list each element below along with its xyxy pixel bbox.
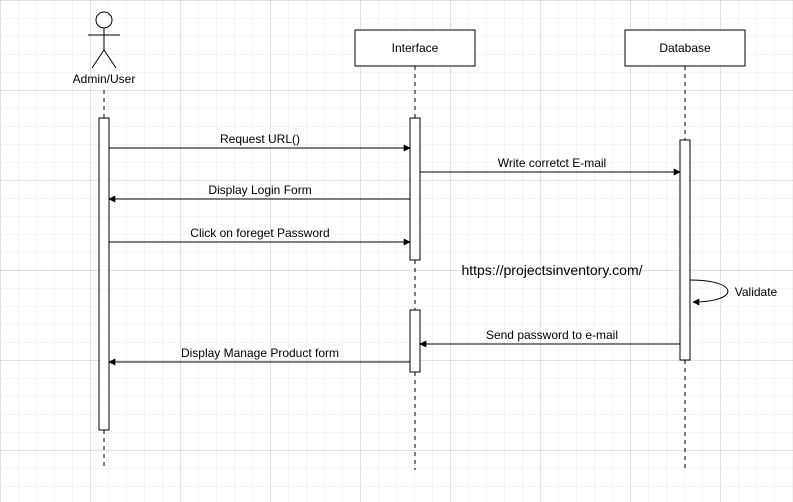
database-activation [680, 140, 690, 360]
interface-activation-1 [410, 118, 420, 260]
msg-write-email-label: Write corretct E-mail [498, 156, 606, 170]
interface-activation-2 [410, 310, 420, 372]
msg-display-manage-label: Display Manage Product form [181, 346, 339, 360]
msg-display-login-label: Display Login Form [208, 183, 311, 197]
node-database-label: Database [659, 41, 711, 55]
msg-validate: Validate [690, 280, 778, 302]
watermark-text: https://projectsinventory.com/ [461, 262, 642, 278]
actor-admin: Admin/User [73, 12, 136, 86]
node-database: Database [625, 30, 745, 66]
msg-click-forget-label: Click on foreget Password [190, 226, 329, 240]
msg-send-pw-label: Send password to e-mail [486, 328, 618, 342]
node-interface: Interface [355, 30, 475, 66]
admin-activation [99, 118, 109, 430]
actor-admin-label: Admin/User [73, 72, 136, 86]
sequence-diagram: Admin/User Interface Database Request UR… [0, 0, 793, 502]
node-interface-label: Interface [392, 41, 439, 55]
msg-validate-label: Validate [735, 285, 778, 299]
msg-request-url-label: Request URL() [220, 132, 300, 146]
